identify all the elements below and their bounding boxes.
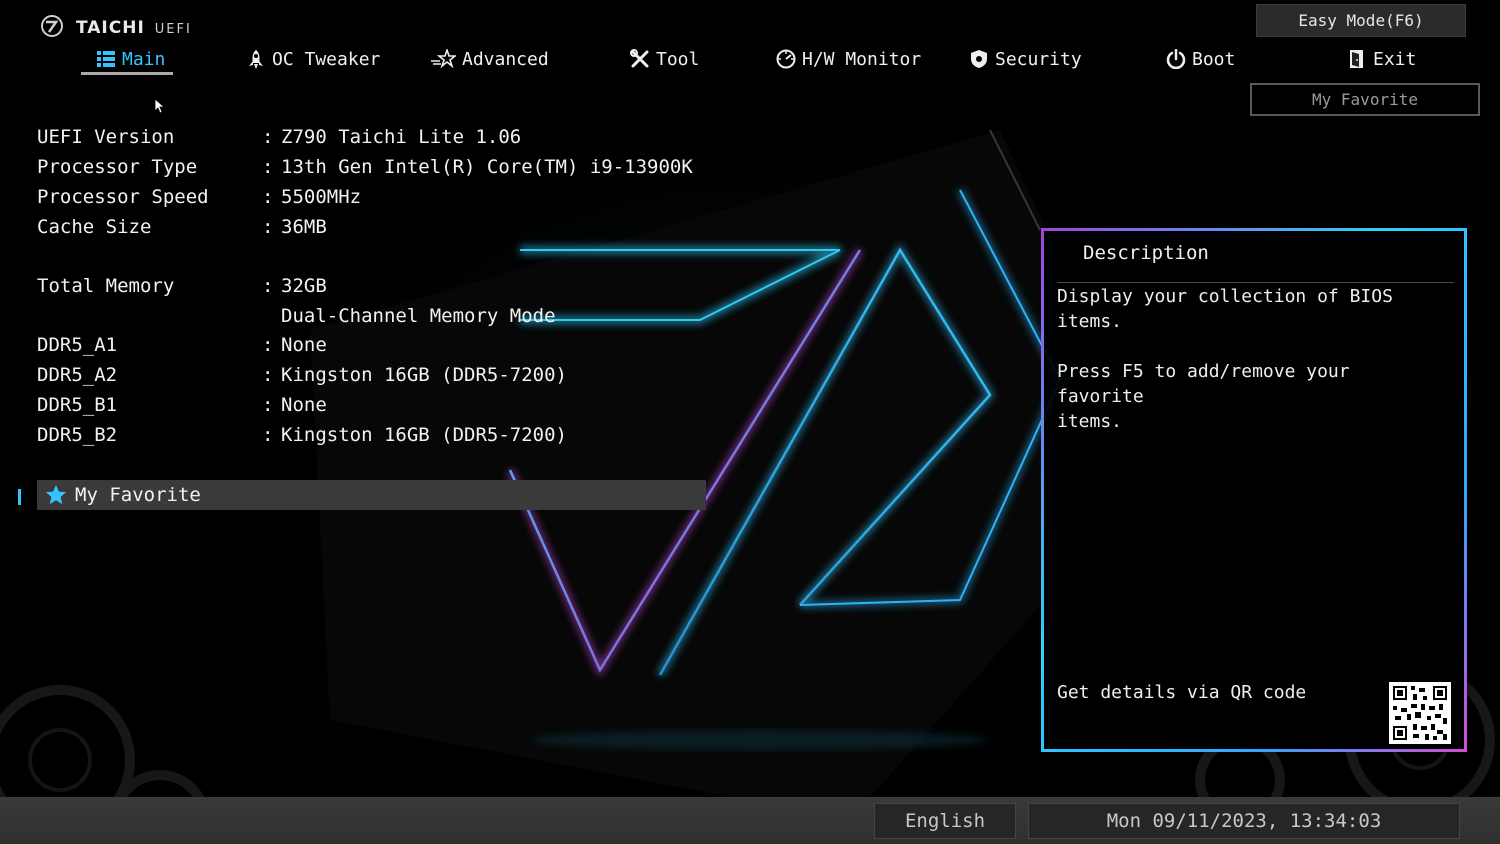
taichi-logo: TAICHI UEFI — [40, 10, 192, 38]
info-key: DDR5_B2 — [37, 424, 118, 446]
taichi-mark-icon — [41, 15, 63, 37]
info-separator: : — [262, 156, 274, 178]
my-favorite-row-label: My Favorite — [75, 484, 201, 506]
info-value: 32GB — [281, 275, 327, 297]
info-value: Z790 Taichi Lite 1.06 — [281, 126, 522, 148]
info-separator: : — [262, 216, 274, 238]
tab-label: Tool — [656, 48, 700, 70]
info-key: Total Memory — [37, 275, 175, 297]
mouse-cursor-icon — [154, 98, 164, 114]
tab-security[interactable]: Security — [969, 44, 1082, 74]
info-value: Kingston 16GB (DDR5-7200) — [281, 424, 567, 446]
shield-icon — [971, 50, 987, 68]
tab-label: H/W Monitor — [802, 48, 922, 70]
date-time-display[interactable]: Mon 09/11/2023, 13:34:03 — [1028, 803, 1460, 839]
info-key: DDR5_A2 — [37, 364, 118, 386]
easy-mode-button[interactable]: Easy Mode(F6) — [1256, 4, 1466, 37]
info-value: None — [281, 394, 327, 416]
tab-main[interactable]: Main — [96, 44, 165, 74]
tab-advanced[interactable]: Advanced — [430, 44, 549, 74]
info-value: 5500MHz — [281, 186, 362, 208]
star-swoosh-icon — [431, 49, 456, 69]
my-favorite-button[interactable]: My Favorite — [1250, 83, 1480, 116]
tab-tool[interactable]: Tool — [630, 44, 699, 74]
description-divider — [1057, 282, 1454, 283]
info-value: Kingston 16GB (DDR5-7200) — [281, 364, 567, 386]
description-text-1: Display your collection of BIOS items. — [1057, 286, 1393, 332]
info-value: Dual-Channel Memory Mode — [281, 305, 556, 327]
tab-label: Main — [122, 48, 166, 70]
info-key: UEFI Version — [37, 126, 175, 148]
tab-label: Security — [995, 48, 1082, 70]
info-key: DDR5_B1 — [37, 394, 118, 416]
info-separator: : — [262, 126, 274, 148]
info-key: Processor Speed — [37, 186, 209, 208]
monitor-dial-icon — [776, 49, 796, 69]
info-value: 13th Gen Intel(R) Core(TM) i9-13900K — [281, 156, 693, 178]
description-text-2: Press F5 to add/remove your favorite ite… — [1057, 361, 1350, 432]
tools-icon — [630, 49, 649, 68]
qr-code-label: Get details via QR code — [1057, 682, 1307, 703]
info-separator: : — [262, 394, 274, 416]
info-separator: : — [262, 364, 274, 386]
tab-oc-tweaker[interactable]: OC Tweaker — [246, 44, 380, 74]
rocket-icon — [249, 50, 263, 69]
info-value: 36MB — [281, 216, 327, 238]
info-value: None — [281, 334, 327, 356]
info-key: Processor Type — [37, 156, 198, 178]
tab-label: Boot — [1192, 48, 1236, 70]
info-separator: : — [262, 275, 274, 297]
info-separator: : — [262, 424, 274, 446]
info-key: Cache Size — [37, 216, 152, 238]
power-icon — [1166, 49, 1186, 69]
info-key: DDR5_A1 — [37, 334, 118, 356]
list-icon — [97, 51, 115, 67]
info-separator: : — [262, 186, 274, 208]
tab-label: Advanced — [462, 48, 549, 70]
selection-marker — [18, 489, 21, 505]
description-title: Description — [1083, 242, 1209, 264]
tab-label: OC Tweaker — [272, 48, 381, 70]
info-separator: : — [262, 334, 274, 356]
my-favorite-row[interactable]: My Favorite — [37, 480, 706, 510]
tab-exit[interactable]: Exit — [1347, 44, 1416, 74]
tab-boot[interactable]: Boot — [1166, 44, 1235, 74]
star-icon — [46, 485, 66, 504]
qr-code-icon — [1389, 682, 1451, 744]
active-tab-underline — [81, 72, 173, 75]
tab-hw-monitor[interactable]: H/W Monitor — [776, 44, 921, 74]
language-button[interactable]: English — [874, 803, 1016, 839]
door-exit-icon — [1350, 50, 1363, 68]
logo-suffix: UEFI — [154, 22, 192, 37]
logo-brand: TAICHI — [76, 18, 145, 38]
tab-label: Exit — [1373, 48, 1417, 70]
